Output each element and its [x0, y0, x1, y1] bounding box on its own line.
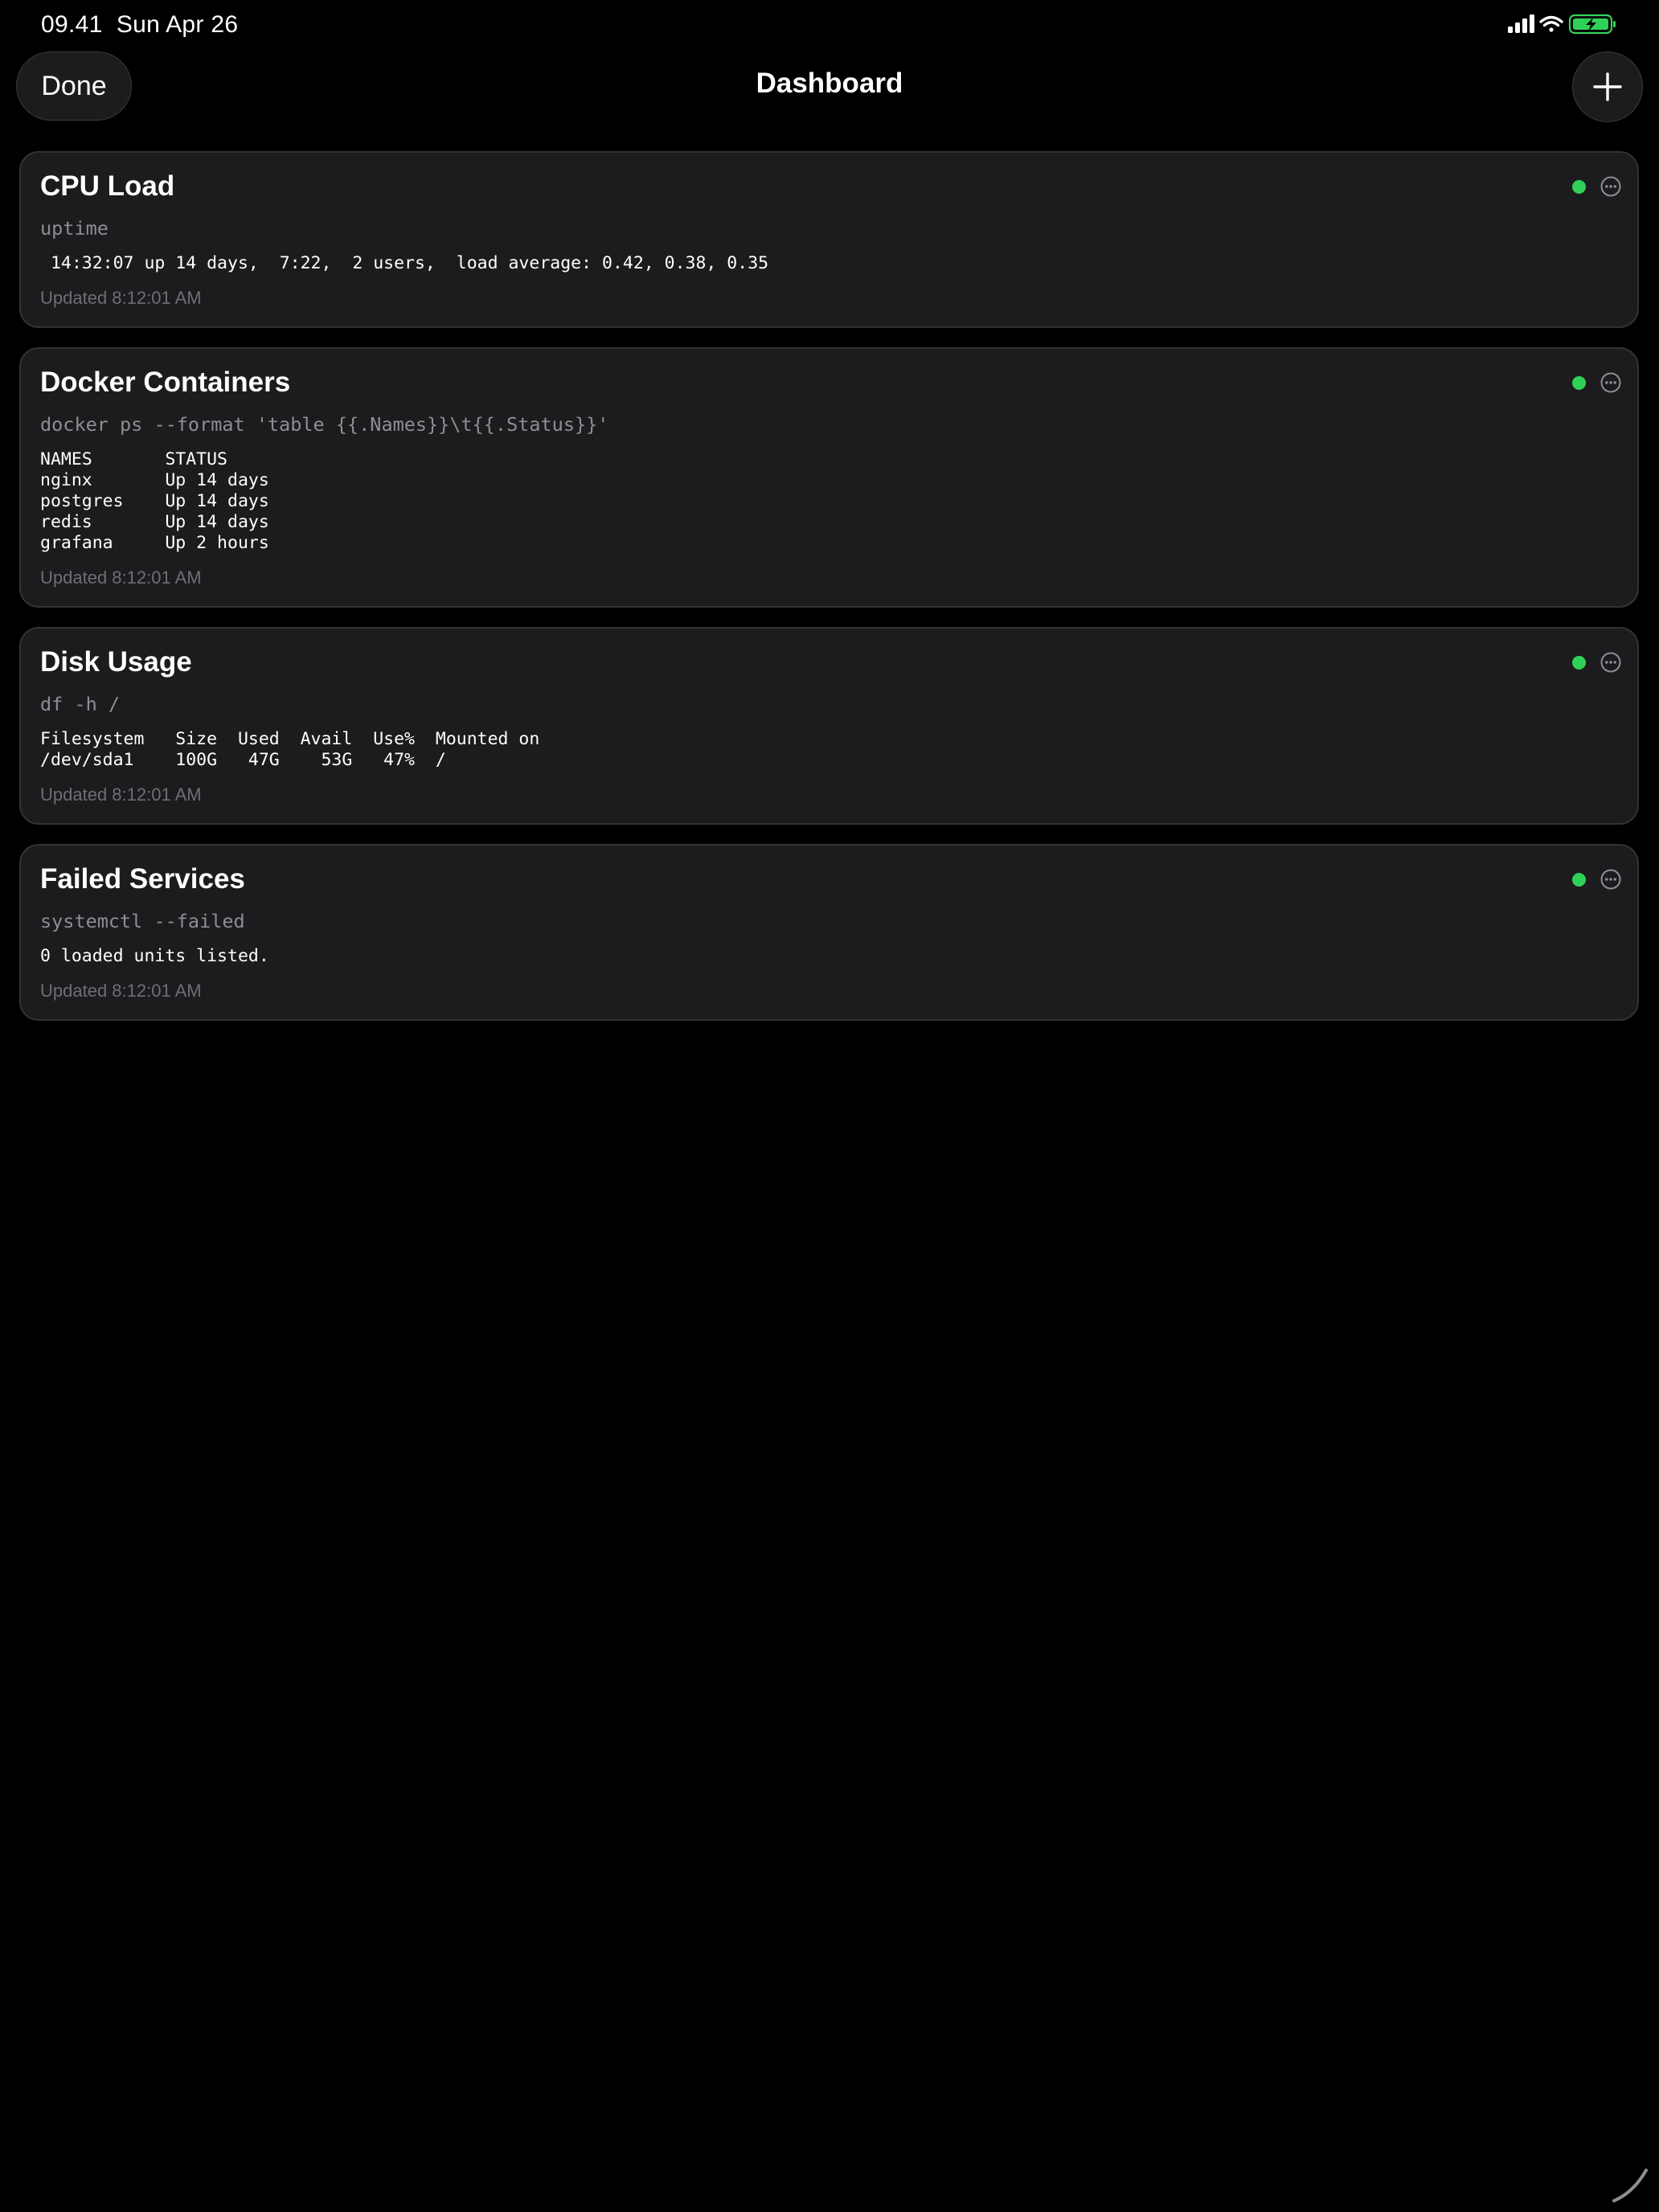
widget-command: uptime — [40, 217, 109, 240]
more-options-icon[interactable] — [1600, 175, 1622, 198]
status-date: Sun Apr 26 — [116, 11, 239, 38]
status-indicator — [1572, 376, 1586, 390]
status-bar-time: 09.41 Sun Apr 26 — [41, 11, 238, 39]
add-widget-button[interactable] — [1572, 51, 1643, 122]
widget-title: Failed Services — [40, 863, 245, 895]
plus-icon — [1593, 72, 1622, 101]
more-options-icon[interactable] — [1600, 371, 1622, 394]
widget-command: systemctl --failed — [40, 910, 245, 932]
status-time: 09.41 — [41, 11, 103, 38]
widget-updated-time: Updated 8:12:01 AM — [40, 784, 202, 805]
more-options-icon[interactable] — [1600, 868, 1622, 891]
status-indicator — [1572, 656, 1586, 670]
wifi-icon — [1539, 15, 1563, 32]
battery-charging-icon — [1568, 14, 1616, 35]
cellular-signal-icon — [1508, 14, 1534, 33]
widget-updated-time: Updated 8:12:01 AM — [40, 288, 202, 308]
status-indicator — [1572, 180, 1586, 194]
widget-output: 0 loaded units listed. — [40, 946, 269, 966]
widget-command: df -h / — [40, 693, 121, 715]
widget-title: CPU Load — [40, 170, 175, 202]
widget-output: Filesystem Size Used Avail Use% Mounted … — [40, 729, 540, 770]
widget-title: Docker Containers — [40, 367, 291, 398]
page-title: Dashboard — [756, 68, 903, 99]
status-indicator — [1572, 873, 1586, 887]
widget-command: docker ps --format 'table {{.Names}}\t{{… — [40, 413, 609, 436]
widget-updated-time: Updated 8:12:01 AM — [40, 981, 202, 1001]
widget-card-disk-usage[interactable]: Disk Usage df -h / Filesystem Size Used … — [19, 627, 1639, 825]
status-icons — [1508, 13, 1620, 37]
more-options-icon[interactable] — [1600, 651, 1622, 674]
resize-handle-icon[interactable] — [1609, 2162, 1653, 2206]
widget-card-docker-containers[interactable]: Docker Containers docker ps --format 'ta… — [19, 347, 1639, 608]
widget-output: NAMES STATUS nginx Up 14 days postgres U… — [40, 449, 269, 553]
widget-output: 14:32:07 up 14 days, 7:22, 2 users, load… — [40, 253, 769, 273]
widget-card-cpu-load[interactable]: CPU Load uptime 14:32:07 up 14 days, 7:2… — [19, 151, 1639, 328]
widget-card-failed-services[interactable]: Failed Services systemctl --failed 0 loa… — [19, 844, 1639, 1021]
widget-updated-time: Updated 8:12:01 AM — [40, 567, 202, 588]
widget-title: Disk Usage — [40, 646, 192, 678]
